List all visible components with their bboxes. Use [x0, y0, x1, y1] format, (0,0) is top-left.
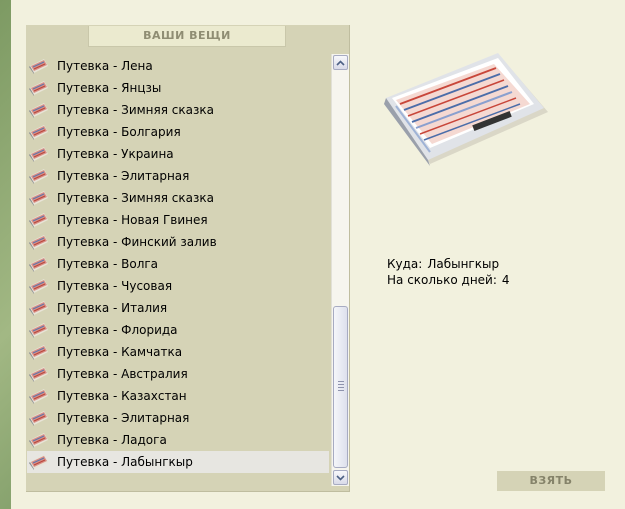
ticket-icon	[29, 123, 49, 141]
list-item-label: Путевка - Лена	[57, 59, 153, 73]
list-item-label: Путевка - Украина	[57, 147, 174, 161]
list-item[interactable]: Путевка - Австралия	[27, 363, 329, 385]
ticket-icon	[29, 299, 49, 317]
list-item[interactable]: Путевка - Зимняя сказка	[27, 99, 329, 121]
list-item-label: Путевка - Болгария	[57, 125, 181, 139]
ticket-icon	[29, 255, 49, 273]
list-item-label: Путевка - Элитарная	[57, 411, 190, 425]
list-item[interactable]: Путевка - Лабынгкыр	[27, 451, 329, 473]
list-item-label: Путевка - Зимняя сказка	[57, 191, 214, 205]
ticket-icon	[29, 57, 49, 75]
ticket-icon	[29, 431, 49, 449]
list-item-label: Путевка - Чусовая	[57, 279, 173, 293]
list-item-label: Путевка - Флорида	[57, 323, 178, 337]
days-row: На сколько дней: 4	[387, 272, 510, 288]
list-item-label: Путевка - Зимняя сказка	[57, 103, 214, 117]
list-item-label: Путевка - Австралия	[57, 367, 188, 381]
ticket-icon	[29, 321, 49, 339]
ticket-icon	[29, 365, 49, 383]
destination-value: Лабынгкыр	[427, 257, 500, 271]
list-item-label: Путевка - Италия	[57, 301, 168, 315]
list-item[interactable]: Путевка - Болгария	[27, 121, 329, 143]
ticket-icon	[29, 387, 49, 405]
chevron-up-icon	[336, 59, 345, 66]
grip-icon	[338, 381, 344, 393]
item-details: Куда: Лабынгкыр На сколько дней: 4	[387, 256, 510, 288]
ticket-icon	[29, 409, 49, 427]
list-item-label: Путевка - Новая Гвинея	[57, 213, 208, 227]
list-item[interactable]: Путевка - Элитарная	[27, 407, 329, 429]
ticket-icon	[29, 277, 49, 295]
ticket-icon	[29, 145, 49, 163]
list-scrollbar[interactable]	[331, 54, 349, 486]
ticket-icon	[29, 233, 49, 251]
list-item[interactable]: Путевка - Зимняя сказка	[27, 187, 329, 209]
destination-label: Куда:	[387, 257, 423, 271]
ticket-icon	[29, 211, 49, 229]
list-item-label: Путевка - Ладога	[57, 433, 167, 447]
chevron-down-icon	[336, 474, 345, 481]
scroll-up-button[interactable]	[333, 55, 348, 70]
scroll-down-button[interactable]	[333, 470, 348, 485]
list-item-label: Путевка - Янцзы	[57, 81, 162, 95]
list-item-label: Путевка - Финский залив	[57, 235, 217, 249]
ticket-icon	[29, 189, 49, 207]
ticket-icon	[29, 343, 49, 361]
ticket-icon	[29, 101, 49, 119]
take-button[interactable]: ВЗЯТЬ	[497, 471, 605, 491]
items-list: Путевка - Лена Путевка - Янцзы Путевка - З…	[27, 55, 329, 473]
list-item[interactable]: Путевка - Италия	[27, 297, 329, 319]
list-item[interactable]: Путевка - Финский залив	[27, 231, 329, 253]
list-item-label: Путевка - Камчатка	[57, 345, 183, 359]
list-item[interactable]: Путевка - Новая Гвинея	[27, 209, 329, 231]
list-item[interactable]: Путевка - Лена	[27, 55, 329, 77]
list-item-label: Путевка - Казахстан	[57, 389, 187, 403]
scroll-thumb[interactable]	[333, 306, 348, 468]
days-value: 4	[501, 273, 510, 287]
list-item[interactable]: Путевка - Волга	[27, 253, 329, 275]
destination-row: Куда: Лабынгкыр	[387, 256, 510, 272]
list-item[interactable]: Путевка - Элитарная	[27, 165, 329, 187]
list-item[interactable]: Путевка - Янцзы	[27, 77, 329, 99]
list-item-label: Путевка - Элитарная	[57, 169, 190, 183]
panel-title: ВАШИ ВЕЩИ	[88, 26, 286, 47]
days-label: На сколько дней:	[387, 273, 497, 287]
list-item[interactable]: Путевка - Флорида	[27, 319, 329, 341]
list-item-label: Путевка - Волга	[57, 257, 159, 271]
ticket-icon	[29, 453, 49, 471]
ticket-image	[382, 48, 552, 172]
list-item[interactable]: Путевка - Казахстан	[27, 385, 329, 407]
list-item[interactable]: Путевка - Камчатка	[27, 341, 329, 363]
list-item-label: Путевка - Лабынгкыр	[57, 455, 193, 469]
list-item[interactable]: Путевка - Украина	[27, 143, 329, 165]
ticket-icon	[29, 79, 49, 97]
list-item[interactable]: Путевка - Ладога	[27, 429, 329, 451]
ticket-icon	[29, 167, 49, 185]
list-item[interactable]: Путевка - Чусовая	[27, 275, 329, 297]
